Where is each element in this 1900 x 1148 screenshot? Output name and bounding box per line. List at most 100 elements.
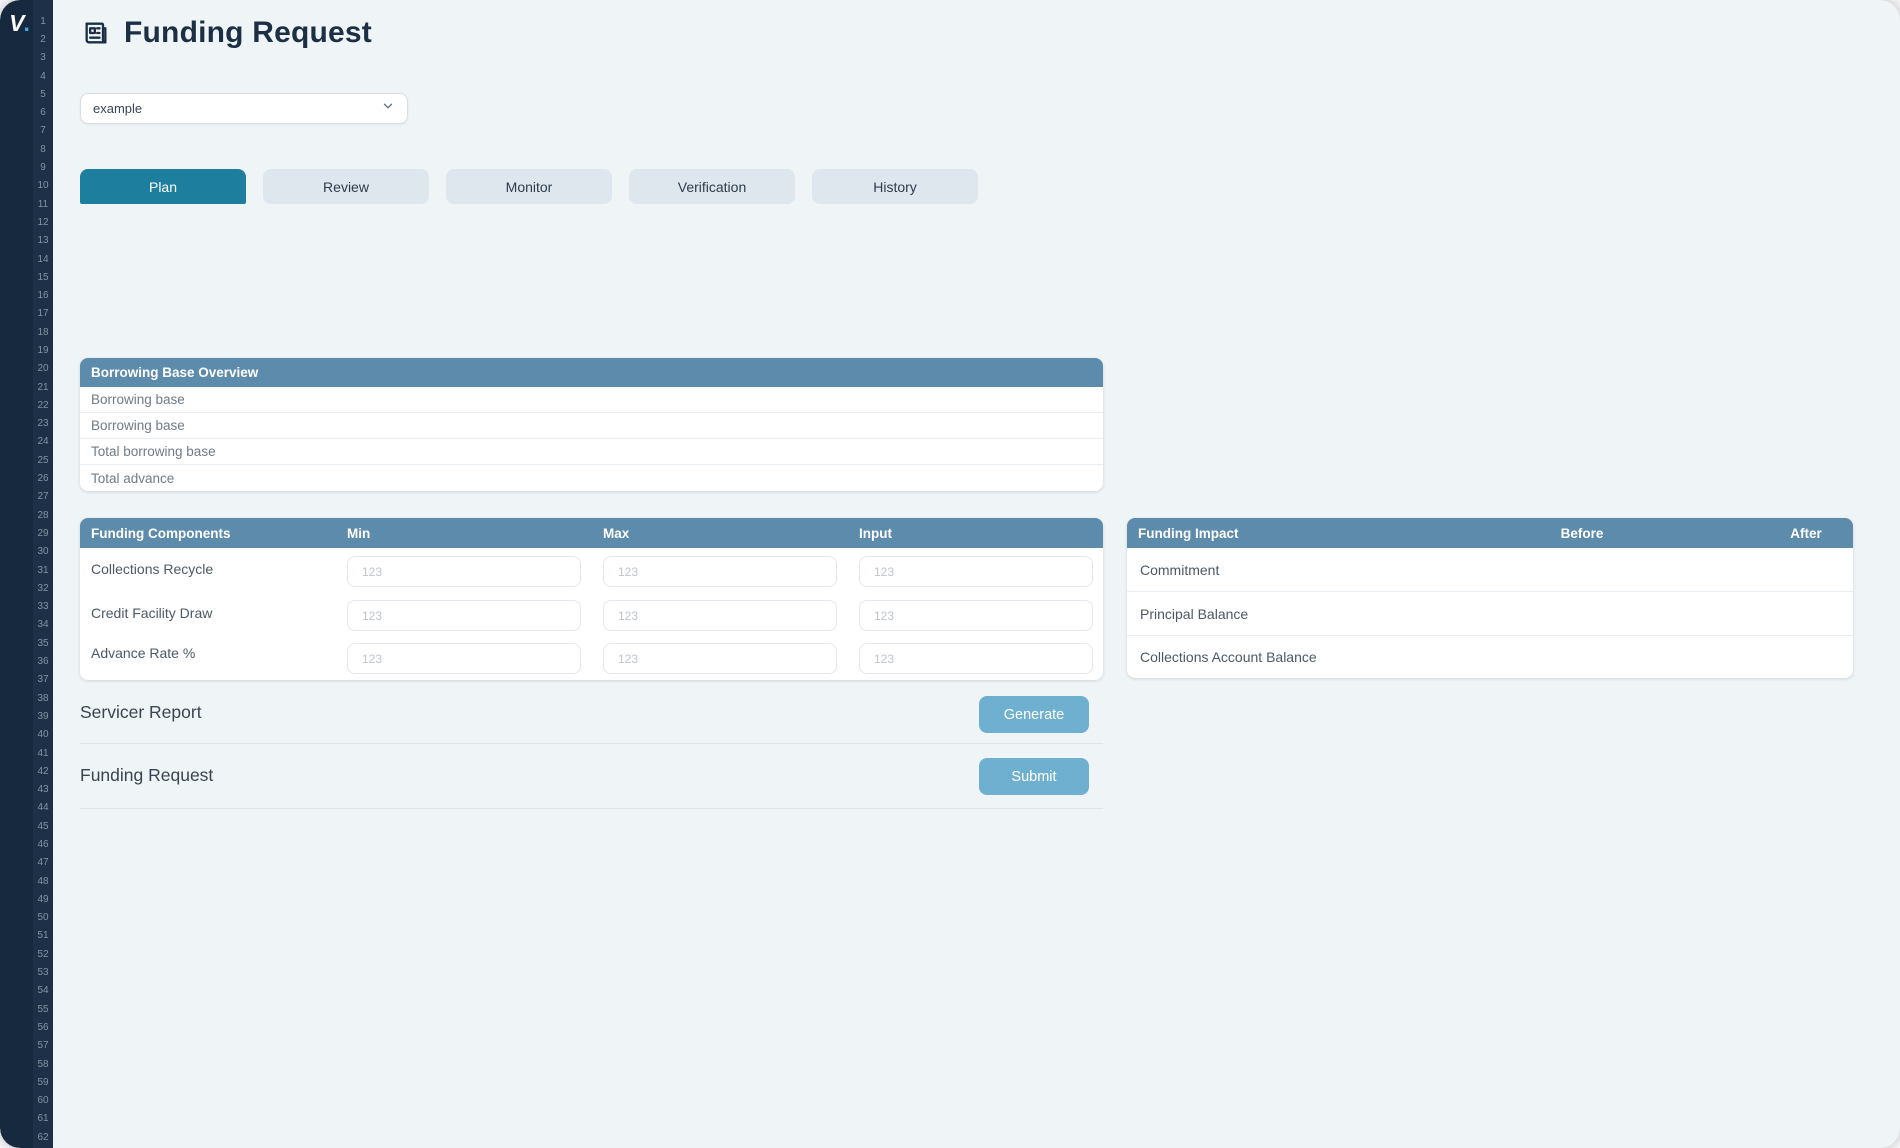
- line-number: 51: [33, 927, 53, 945]
- line-number: 57: [33, 1037, 53, 1055]
- line-number: 29: [33, 524, 53, 542]
- funding-impact-header: Funding Impact Before After: [1127, 518, 1853, 548]
- table-row: Borrowing base: [80, 387, 1103, 413]
- tab-monitor[interactable]: Monitor: [446, 169, 612, 204]
- line-number: 54: [33, 982, 53, 1000]
- divider: [80, 808, 1103, 809]
- table-title: Funding Impact: [1138, 526, 1239, 541]
- line-number: 9: [33, 158, 53, 176]
- input-credit-facility-draw-input[interactable]: [859, 600, 1093, 631]
- line-number: 46: [33, 835, 53, 853]
- page-title: Funding Request: [124, 16, 372, 50]
- deal-select[interactable]: example: [80, 93, 408, 124]
- line-number: 5: [33, 85, 53, 103]
- app-logo[interactable]: V.: [6, 10, 32, 37]
- tab-history[interactable]: History: [812, 169, 978, 204]
- funding-impact-table: Funding Impact Before After Commitment P…: [1127, 518, 1853, 678]
- line-number-gutter: 1234567891011121314151617181920212223242…: [33, 0, 53, 1148]
- line-number: 17: [33, 305, 53, 323]
- deal-select-value: example: [93, 101, 381, 116]
- borrowing-base-table: Borrowing Base Overview Borrowing base B…: [80, 358, 1103, 491]
- line-number: 32: [33, 579, 53, 597]
- main-content: Funding Request example Plan Review Moni…: [53, 0, 1900, 1148]
- line-number: 27: [33, 488, 53, 506]
- line-number: 38: [33, 689, 53, 707]
- table-title: Borrowing Base Overview: [91, 365, 258, 380]
- sidebar: V. 1234567891011121314151617181920212223…: [0, 0, 53, 1148]
- tab-plan[interactable]: Plan: [80, 169, 246, 204]
- submit-button[interactable]: Submit: [979, 758, 1089, 795]
- line-number: 49: [33, 890, 53, 908]
- table-row: Borrowing base: [80, 413, 1103, 439]
- funding-components-table: Funding Components Min Max Input Collect…: [80, 518, 1103, 680]
- newspaper-icon: [82, 19, 110, 47]
- input-collections-recycle-input[interactable]: [859, 556, 1093, 587]
- line-number: 56: [33, 1018, 53, 1036]
- tab-verification[interactable]: Verification: [629, 169, 795, 204]
- line-number: 44: [33, 799, 53, 817]
- line-number: 30: [33, 543, 53, 561]
- line-number: 34: [33, 616, 53, 634]
- line-number: 23: [33, 415, 53, 433]
- line-number: 14: [33, 250, 53, 268]
- input-collections-recycle-max[interactable]: [603, 556, 837, 587]
- table-row: Principal Balance: [1127, 592, 1853, 636]
- line-number: 55: [33, 1000, 53, 1018]
- line-number: 6: [33, 103, 53, 121]
- input-advance-rate-min[interactable]: [347, 643, 581, 674]
- line-number: 33: [33, 598, 53, 616]
- line-number: 61: [33, 1110, 53, 1128]
- funding-components-header: Funding Components Min Max Input: [80, 518, 1103, 548]
- line-number: 59: [33, 1073, 53, 1091]
- line-number: 7: [33, 122, 53, 140]
- line-number: 31: [33, 561, 53, 579]
- line-number: 36: [33, 652, 53, 670]
- input-advance-rate-max[interactable]: [603, 643, 837, 674]
- page-header: Funding Request: [82, 16, 372, 50]
- tab-review[interactable]: Review: [263, 169, 429, 204]
- line-number: 18: [33, 323, 53, 341]
- line-number: 39: [33, 707, 53, 725]
- table-row: Total borrowing base: [80, 439, 1103, 465]
- line-number: 11: [33, 195, 53, 213]
- line-number: 13: [33, 232, 53, 250]
- line-number: 4: [33, 67, 53, 85]
- line-number: 3: [33, 49, 53, 67]
- row-label-credit-facility-draw: Credit Facility Draw: [91, 605, 212, 621]
- column-header-min: Min: [347, 518, 370, 548]
- column-header-input: Input: [859, 518, 892, 548]
- servicer-report-label: Servicer Report: [80, 702, 202, 723]
- column-header-before: Before: [1561, 518, 1604, 548]
- line-number: 2: [33, 30, 53, 48]
- line-number: 28: [33, 506, 53, 524]
- line-number: 62: [33, 1128, 53, 1146]
- table-title: Funding Components: [91, 526, 230, 541]
- line-number: 40: [33, 726, 53, 744]
- line-number: 25: [33, 451, 53, 469]
- line-number: 10: [33, 177, 53, 195]
- row-label-advance-rate: Advance Rate %: [91, 645, 195, 661]
- input-advance-rate-input[interactable]: [859, 643, 1093, 674]
- line-number: 15: [33, 268, 53, 286]
- table-row: Commitment: [1127, 548, 1853, 592]
- column-header-max: Max: [603, 518, 629, 548]
- line-number: 21: [33, 378, 53, 396]
- input-credit-facility-draw-min[interactable]: [347, 600, 581, 631]
- line-number: 35: [33, 634, 53, 652]
- line-number: 8: [33, 140, 53, 158]
- logo-dot: .: [23, 10, 28, 36]
- line-number: 41: [33, 744, 53, 762]
- line-number: 12: [33, 213, 53, 231]
- line-number: 1: [33, 12, 53, 30]
- borrowing-base-header: Borrowing Base Overview: [80, 358, 1103, 387]
- line-number: 43: [33, 780, 53, 798]
- generate-button[interactable]: Generate: [979, 696, 1089, 733]
- line-number: 60: [33, 1092, 53, 1110]
- input-collections-recycle-min[interactable]: [347, 556, 581, 587]
- line-number: 47: [33, 854, 53, 872]
- divider: [80, 743, 1103, 744]
- chevron-down-icon: [381, 99, 395, 118]
- input-credit-facility-draw-max[interactable]: [603, 600, 837, 631]
- line-number: 24: [33, 433, 53, 451]
- table-row: Collections Account Balance: [1127, 636, 1853, 678]
